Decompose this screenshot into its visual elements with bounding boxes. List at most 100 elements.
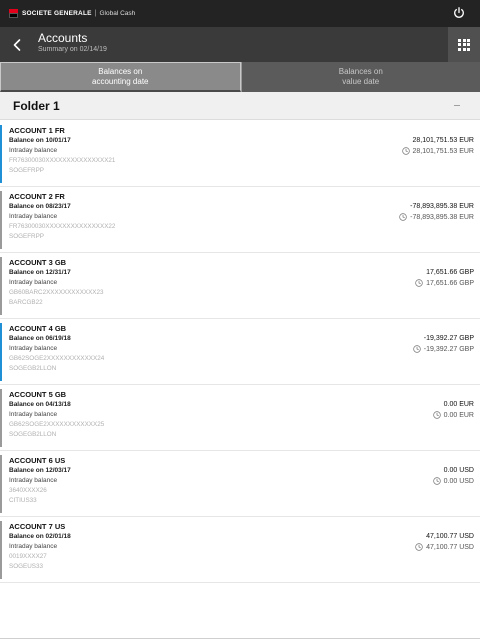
account-status-bar [0,389,2,447]
account-bic: SOGEUS33 [9,563,43,570]
divider [0,638,480,639]
tab-label-line2: value date [342,77,380,86]
account-name: ACCOUNT 2 FR [9,192,65,201]
clock-icon [399,213,407,221]
account-balance-date: Balance on 08/23/17 [9,203,71,210]
tab-label-line1: Balances on [338,67,383,76]
intraday-balance-value: 28,101,751.53 EUR [412,147,475,155]
intraday-balance-value: -78,893,895.38 EUR [410,213,474,221]
account-iban: 0019XXXX27 [9,553,47,560]
account-status-bar [0,257,2,315]
account-iban: GB62SOGE2XXXXXXXXXXXX25 [9,421,105,428]
tab-accounting-date[interactable]: Balances on accounting date [0,62,241,92]
power-icon [454,7,464,18]
intraday-balance-value: 0.00 EUR [443,411,474,419]
account-row[interactable]: ACCOUNT 2 FR Balance on 08/23/17 Intrada… [0,187,480,253]
product-name: Global Cash [99,10,136,17]
account-name: ACCOUNT 6 US [9,456,66,465]
account-bic: CITIUS33 [9,497,37,504]
account-row[interactable]: ACCOUNT 1 FR Balance on 10/01/17 Intrada… [0,121,480,187]
account-balance-date: Balance on 04/13/18 [9,401,71,408]
minus-icon[interactable] [454,105,460,106]
account-iban: 3640XXXX26 [9,487,47,494]
tab-label-line1: Balances on [98,66,143,76]
account-balance: -78,893,895.38 EUR [410,203,474,210]
clock-icon [415,279,423,287]
account-intraday-balance: 0.00 EUR [432,411,474,419]
account-balance: 0.00 EUR [443,401,474,408]
page-subtitle: Summary on 02/14/19 [38,46,107,53]
account-iban: FR76300030XXXXXXXXXXXXXXX22 [9,223,116,230]
brand-logo-icon [9,9,18,18]
intraday-balance-value: 0.00 USD [443,477,474,485]
account-balance-date: Balance on 06/19/18 [9,335,71,342]
intraday-balance-value: -19,392.27 GBP [423,345,474,353]
account-balance: 0.00 USD [443,467,474,474]
grid-icon [458,38,470,51]
account-intraday-label: Intraday balance [9,543,58,550]
account-status-bar [0,125,2,183]
folder-header[interactable]: Folder 1 [0,92,480,120]
folder-title: Folder 1 [13,99,60,113]
account-intraday-label: Intraday balance [9,345,58,352]
account-name: ACCOUNT 5 GB [9,390,67,399]
accounts-list: ACCOUNT 1 FR Balance on 10/01/17 Intrada… [0,121,480,583]
account-balance: 17,651.66 GBP [426,269,474,276]
account-status-bar [0,521,2,579]
account-intraday-balance: 47,100.77 USD [415,543,474,551]
account-balance-date: Balance on 12/03/17 [9,467,71,474]
account-balance-date: Balance on 10/01/17 [9,137,71,144]
intraday-balance-value: 47,100.77 USD [426,543,474,551]
account-status-bar [0,455,2,513]
account-intraday-label: Intraday balance [9,279,58,286]
account-row[interactable]: ACCOUNT 6 US Balance on 12/03/17 Intrada… [0,451,480,517]
account-name: ACCOUNT 1 FR [9,126,65,135]
navigation-bar: Accounts Summary on 02/14/19 [0,27,480,62]
balance-tabs: Balances on accounting date Balances on va… [0,62,480,92]
account-row[interactable]: ACCOUNT 5 GB Balance on 04/13/18 Intrada… [0,385,480,451]
account-intraday-label: Intraday balance [9,477,58,484]
clock-icon [415,543,423,551]
clock-icon [432,411,441,419]
account-name: ACCOUNT 3 GB [9,258,67,267]
account-row[interactable]: ACCOUNT 7 US Balance on 02/01/18 Intrada… [0,517,480,583]
back-button[interactable] [0,27,33,62]
account-iban: GB60BARC2XXXXXXXXXXXX23 [9,289,104,296]
account-intraday-balance: -19,392.27 GBP [413,345,474,353]
brand-name: SOCIETE GENERALE [22,10,92,17]
power-button[interactable] [452,6,466,20]
account-balance-date: Balance on 02/01/18 [9,533,71,540]
account-intraday-label: Intraday balance [9,213,58,220]
account-intraday-label: Intraday balance [9,411,58,418]
account-row[interactable]: ACCOUNT 4 GB Balance on 06/19/18 Intrada… [0,319,480,385]
account-balance: -19,392.27 GBP [423,335,474,342]
account-balance: 47,100.77 USD [426,533,474,540]
account-bic: BARCGB22 [9,299,43,306]
account-row[interactable]: ACCOUNT 3 GB Balance on 12/31/17 Intrada… [0,253,480,319]
clock-icon [413,345,421,353]
account-bic: SOGEGB2LLON [9,431,57,438]
clock-icon [401,147,410,155]
account-intraday-balance: 28,101,751.53 EUR [401,147,475,155]
brand-separator: | [94,10,97,17]
page-title: Accounts [38,31,88,45]
account-status-bar [0,191,2,249]
apps-menu-button[interactable] [448,27,480,62]
app-header: SOCIETE GENERALE | Global Cash [0,0,480,27]
account-name: ACCOUNT 4 GB [9,324,67,333]
account-intraday-balance: 17,651.66 GBP [415,279,474,287]
chevron-left-icon [13,38,20,51]
account-bic: SOGEGB2LLON [9,365,57,372]
account-bic: SOGEFRPP [9,167,44,174]
account-name: ACCOUNT 7 US [9,522,66,531]
account-balance: 28,101,751.53 EUR [412,137,475,144]
tab-value-date[interactable]: Balances on value date [242,62,480,92]
clock-icon [432,477,441,485]
account-bic: SOGEFRPP [9,233,44,240]
intraday-balance-value: 17,651.66 GBP [426,279,474,287]
account-intraday-label: Intraday balance [9,147,58,154]
account-iban: GB62SOGE2XXXXXXXXXXXX24 [9,355,105,362]
account-status-bar [0,323,2,381]
account-iban: FR76300030XXXXXXXXXXXXXXX21 [9,157,116,164]
account-intraday-balance: 0.00 USD [432,477,474,485]
